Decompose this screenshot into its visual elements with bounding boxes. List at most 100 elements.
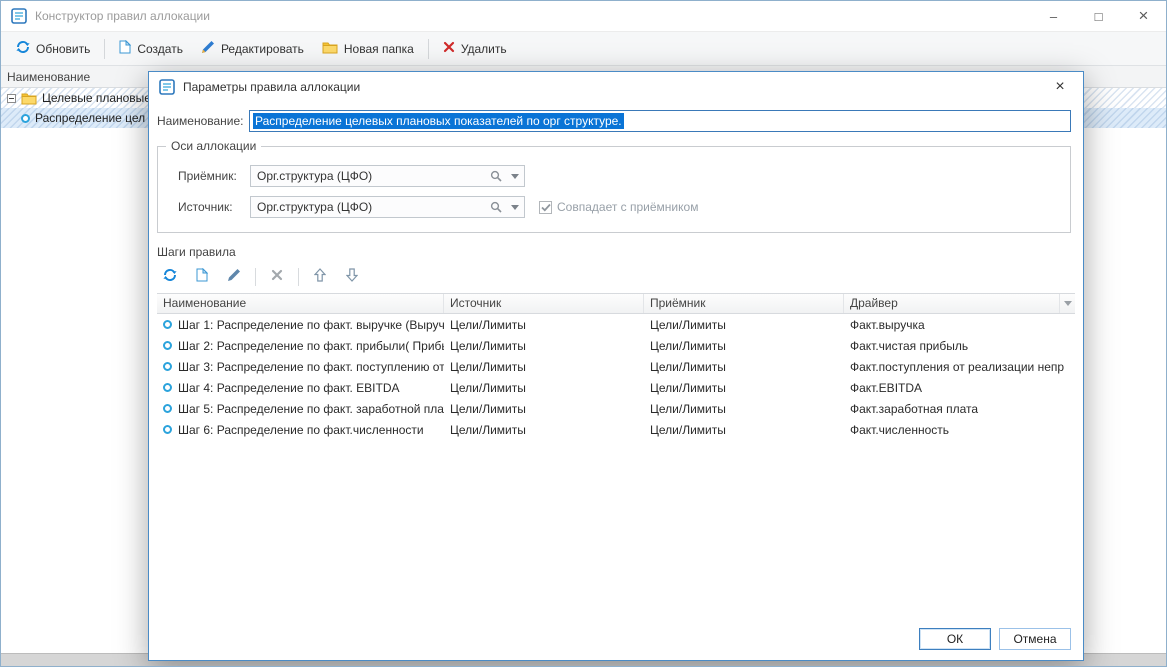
column-header-receiver[interactable]: Приёмник <box>644 294 844 313</box>
column-chooser-icon[interactable] <box>1060 294 1075 313</box>
window-controls: – □ × <box>1031 1 1166 31</box>
app-icon <box>11 8 27 24</box>
steps-add-button[interactable] <box>191 267 213 287</box>
steps-toolbar-separator <box>255 268 256 286</box>
step-circle-icon <box>163 320 172 329</box>
steps-toolbar-separator <box>298 268 299 286</box>
table-row[interactable]: Шаг 3: Распределение по факт. поступлени… <box>157 356 1075 377</box>
matches-receiver-checkbox[interactable]: Совпадает с приёмником <box>539 200 698 214</box>
step-receiver: Цели/Лимиты <box>644 381 844 395</box>
folder-icon <box>322 41 338 57</box>
chevron-down-icon[interactable] <box>506 197 524 217</box>
steps-refresh-button[interactable] <box>159 267 181 287</box>
search-icon[interactable] <box>486 201 506 213</box>
step-driver: Факт.EBITDA <box>844 381 1075 395</box>
name-input[interactable]: Распределение целевых плановых показател… <box>249 110 1071 132</box>
refresh-icon <box>163 268 177 287</box>
receiver-value: Орг.структура (ЦФО) <box>251 169 486 183</box>
table-row[interactable]: Шаг 6: Распределение по факт.численности… <box>157 419 1075 440</box>
steps-delete-button[interactable] <box>266 267 288 287</box>
search-icon[interactable] <box>486 170 506 182</box>
step-driver: Факт.чистая прибыль <box>844 339 1075 353</box>
main-toolbar: Обновить Создать Редактировать Новая пап… <box>1 31 1166 66</box>
step-source: Цели/Лимиты <box>444 402 644 416</box>
receiver-row: Приёмник: Орг.структура (ЦФО) <box>178 165 1058 187</box>
step-source: Цели/Лимиты <box>444 360 644 374</box>
collapse-icon[interactable] <box>7 94 16 103</box>
allocation-axes-group: Оси аллокации Приёмник: Орг.структура (Ц… <box>157 146 1071 233</box>
toolbar-separator <box>428 39 429 59</box>
delete-button[interactable]: Удалить <box>434 36 516 61</box>
chevron-down-icon[interactable] <box>506 166 524 186</box>
dialog-close-button[interactable]: × <box>1045 74 1075 100</box>
receiver-label: Приёмник: <box>178 169 250 183</box>
new-folder-button[interactable]: Новая папка <box>313 36 423 62</box>
step-driver: Факт.заработная плата <box>844 402 1075 416</box>
close-button[interactable]: × <box>1121 1 1166 31</box>
step-circle-icon <box>163 404 172 413</box>
delete-x-icon <box>271 268 283 286</box>
step-circle-icon <box>163 362 172 371</box>
name-field-label: Наименование: <box>157 114 249 128</box>
refresh-button[interactable]: Обновить <box>7 35 99 62</box>
minimize-button[interactable]: – <box>1031 1 1076 31</box>
step-driver: Факт.численность <box>844 423 1075 437</box>
step-circle-icon <box>163 425 172 434</box>
step-source: Цели/Лимиты <box>444 318 644 332</box>
new-folder-label: Новая папка <box>344 42 414 56</box>
steps-move-down-button[interactable] <box>341 267 363 287</box>
delete-x-icon <box>443 41 455 56</box>
ok-button[interactable]: ОК <box>919 628 991 650</box>
edit-button[interactable]: Редактировать <box>192 35 313 62</box>
steps-table: Наименование Источник Приёмник Драйвер Ш… <box>157 293 1075 440</box>
step-name: Шаг 3: Распределение по факт. поступлени… <box>178 360 444 374</box>
tree-header-label: Наименование <box>7 70 90 84</box>
step-receiver: Цели/Лимиты <box>644 402 844 416</box>
column-header-driver[interactable]: Драйвер <box>844 294 1060 313</box>
maximize-button[interactable]: □ <box>1076 1 1121 31</box>
table-row[interactable]: Шаг 4: Распределение по факт. EBITDA Цел… <box>157 377 1075 398</box>
rule-label: Распределение цел <box>35 111 145 125</box>
name-input-selected-text: Распределение целевых плановых показател… <box>253 113 624 129</box>
receiver-combobox[interactable]: Орг.структура (ЦФО) <box>250 165 525 187</box>
step-receiver: Цели/Лимиты <box>644 360 844 374</box>
title-bar: Конструктор правил аллокации – □ × <box>1 1 1166 31</box>
source-label: Источник: <box>178 200 250 214</box>
column-header-name[interactable]: Наименование <box>157 294 444 313</box>
create-button[interactable]: Создать <box>110 35 192 62</box>
toolbar-separator <box>104 39 105 59</box>
rule-circle-icon <box>21 114 30 123</box>
source-row: Источник: Орг.структура (ЦФО) Совпадает … <box>178 196 1058 218</box>
step-driver: Факт.поступления от реализации непр <box>844 360 1075 374</box>
pencil-icon <box>227 268 241 287</box>
source-combobox[interactable]: Орг.структура (ЦФО) <box>250 196 525 218</box>
allocation-rule-dialog: Параметры правила аллокации × Наименован… <box>148 71 1084 661</box>
step-name: Шаг 6: Распределение по факт.численности <box>178 423 424 437</box>
step-source: Цели/Лимиты <box>444 381 644 395</box>
create-label: Создать <box>137 42 183 56</box>
step-name: Шаг 1: Распределение по факт. выручке (В… <box>178 318 444 332</box>
delete-label: Удалить <box>461 42 507 56</box>
table-row[interactable]: Шаг 2: Распределение по факт. прибыли( П… <box>157 335 1075 356</box>
steps-edit-button[interactable] <box>223 267 245 287</box>
table-row[interactable]: Шаг 1: Распределение по факт. выручке (В… <box>157 314 1075 335</box>
step-receiver: Цели/Лимиты <box>644 318 844 332</box>
steps-toolbar <box>149 259 1083 293</box>
column-header-source[interactable]: Источник <box>444 294 644 313</box>
cancel-button[interactable]: Отмена <box>999 628 1071 650</box>
steps-move-up-button[interactable] <box>309 267 331 287</box>
matches-receiver-label: Совпадает с приёмником <box>557 200 698 214</box>
dialog-buttons: ОК Отмена <box>919 628 1071 650</box>
pencil-icon <box>201 40 215 57</box>
refresh-label: Обновить <box>36 42 90 56</box>
arrow-down-icon <box>346 268 358 287</box>
table-row[interactable]: Шаг 5: Распределение по факт. заработной… <box>157 398 1075 419</box>
step-source: Цели/Лимиты <box>444 339 644 353</box>
step-driver: Факт.выручка <box>844 318 1075 332</box>
steps-section-title: Шаги правила <box>149 233 1083 259</box>
refresh-icon <box>16 40 30 57</box>
step-source: Цели/Лимиты <box>444 423 644 437</box>
step-circle-icon <box>163 383 172 392</box>
folder-icon <box>21 92 37 105</box>
new-document-icon <box>119 40 131 57</box>
